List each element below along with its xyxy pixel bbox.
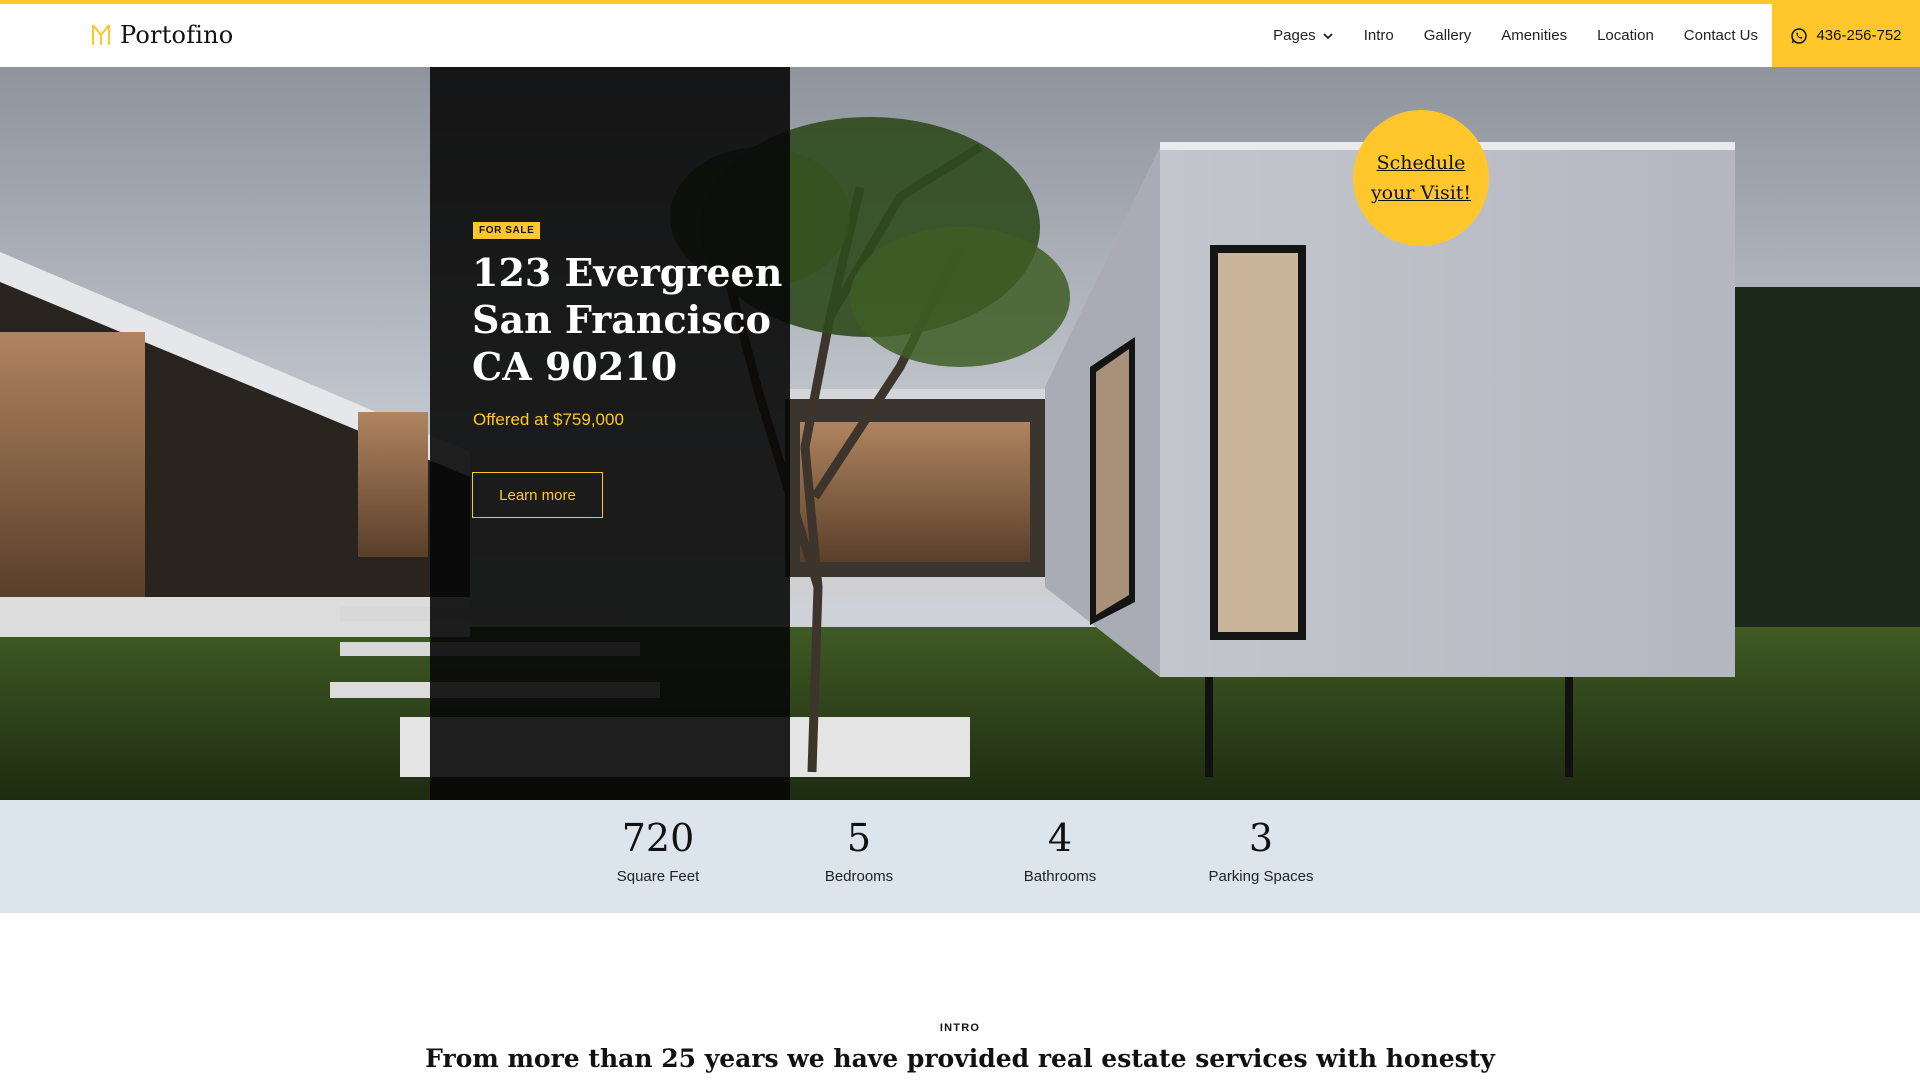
property-stats: 720 Square Feet 5 Bedrooms 4 Bathrooms 3… bbox=[0, 800, 1920, 913]
site-header: Portofino Pages Intro Gallery Amenities … bbox=[0, 4, 1920, 67]
stat-value: 5 bbox=[846, 816, 872, 860]
stat-parking-spaces: 3 Parking Spaces bbox=[1171, 816, 1351, 885]
stat-label: Bathrooms bbox=[1023, 868, 1097, 885]
nav-item-amenities[interactable]: Amenities bbox=[1501, 27, 1567, 44]
brand-logo[interactable]: Portofino bbox=[90, 20, 233, 50]
main-nav: Pages Intro Gallery Amenities Location C… bbox=[1273, 4, 1758, 67]
nav-item-gallery[interactable]: Gallery bbox=[1424, 27, 1472, 44]
nav-item-label: Amenities bbox=[1501, 27, 1568, 44]
for-sale-badge: FOR SALE bbox=[473, 222, 541, 239]
schedule-line-2: your Visit! bbox=[1370, 182, 1472, 204]
nav-item-label: Location bbox=[1597, 27, 1654, 44]
property-address: 123 Evergreen San Francisco CA 90210 bbox=[472, 249, 792, 390]
logo-mark-icon bbox=[92, 24, 110, 45]
phone-button[interactable]: 436-256-752 bbox=[1772, 4, 1920, 67]
address-line-state-zip: CA 90210 bbox=[472, 344, 678, 389]
stat-value: 720 bbox=[621, 816, 695, 860]
schedule-line-1: Schedule bbox=[1376, 152, 1466, 174]
phone-number: 436-256-752 bbox=[1816, 27, 1902, 44]
whatsapp-icon bbox=[1791, 27, 1808, 44]
stat-bedrooms: 5 Bedrooms bbox=[769, 816, 949, 885]
stat-label: Square Feet bbox=[616, 868, 700, 885]
nav-item-intro[interactable]: Intro bbox=[1364, 27, 1394, 44]
intro-eyebrow: INTRO bbox=[939, 1022, 981, 1034]
nav-item-label: Pages bbox=[1273, 27, 1316, 44]
nav-item-label: Intro bbox=[1363, 27, 1394, 44]
hero-overlay-panel bbox=[430, 67, 790, 800]
address-line-city: San Francisco bbox=[472, 297, 771, 342]
stat-label: Bedrooms bbox=[824, 868, 894, 885]
chevron-down-icon bbox=[1323, 32, 1333, 39]
hero-section: FOR SALE 123 Evergreen San Francisco CA … bbox=[0, 67, 1920, 800]
nav-item-contact-us[interactable]: Contact Us bbox=[1684, 27, 1758, 44]
address-line-street: 123 Evergreen bbox=[472, 250, 783, 295]
nav-item-pages[interactable]: Pages bbox=[1273, 27, 1334, 44]
stat-value: 4 bbox=[1047, 816, 1073, 860]
hero-house-image bbox=[0, 67, 1920, 800]
schedule-visit-button[interactable]: Schedule your Visit! bbox=[1353, 110, 1489, 246]
nav-item-location[interactable]: Location bbox=[1597, 27, 1654, 44]
intro-heading: From more than 25 years we have provided… bbox=[425, 1044, 1495, 1073]
brand-name: Portofino bbox=[120, 21, 234, 49]
nav-item-label: Contact Us bbox=[1683, 27, 1758, 44]
stat-label: Parking Spaces bbox=[1208, 868, 1314, 885]
stat-bathrooms: 4 Bathrooms bbox=[970, 816, 1150, 885]
property-price: Offered at $759,000 bbox=[473, 410, 624, 429]
nav-item-label: Gallery bbox=[1423, 27, 1472, 44]
learn-more-button[interactable]: Learn more bbox=[472, 472, 603, 518]
stat-square-feet: 720 Square Feet bbox=[568, 816, 748, 885]
stat-value: 3 bbox=[1248, 816, 1274, 860]
